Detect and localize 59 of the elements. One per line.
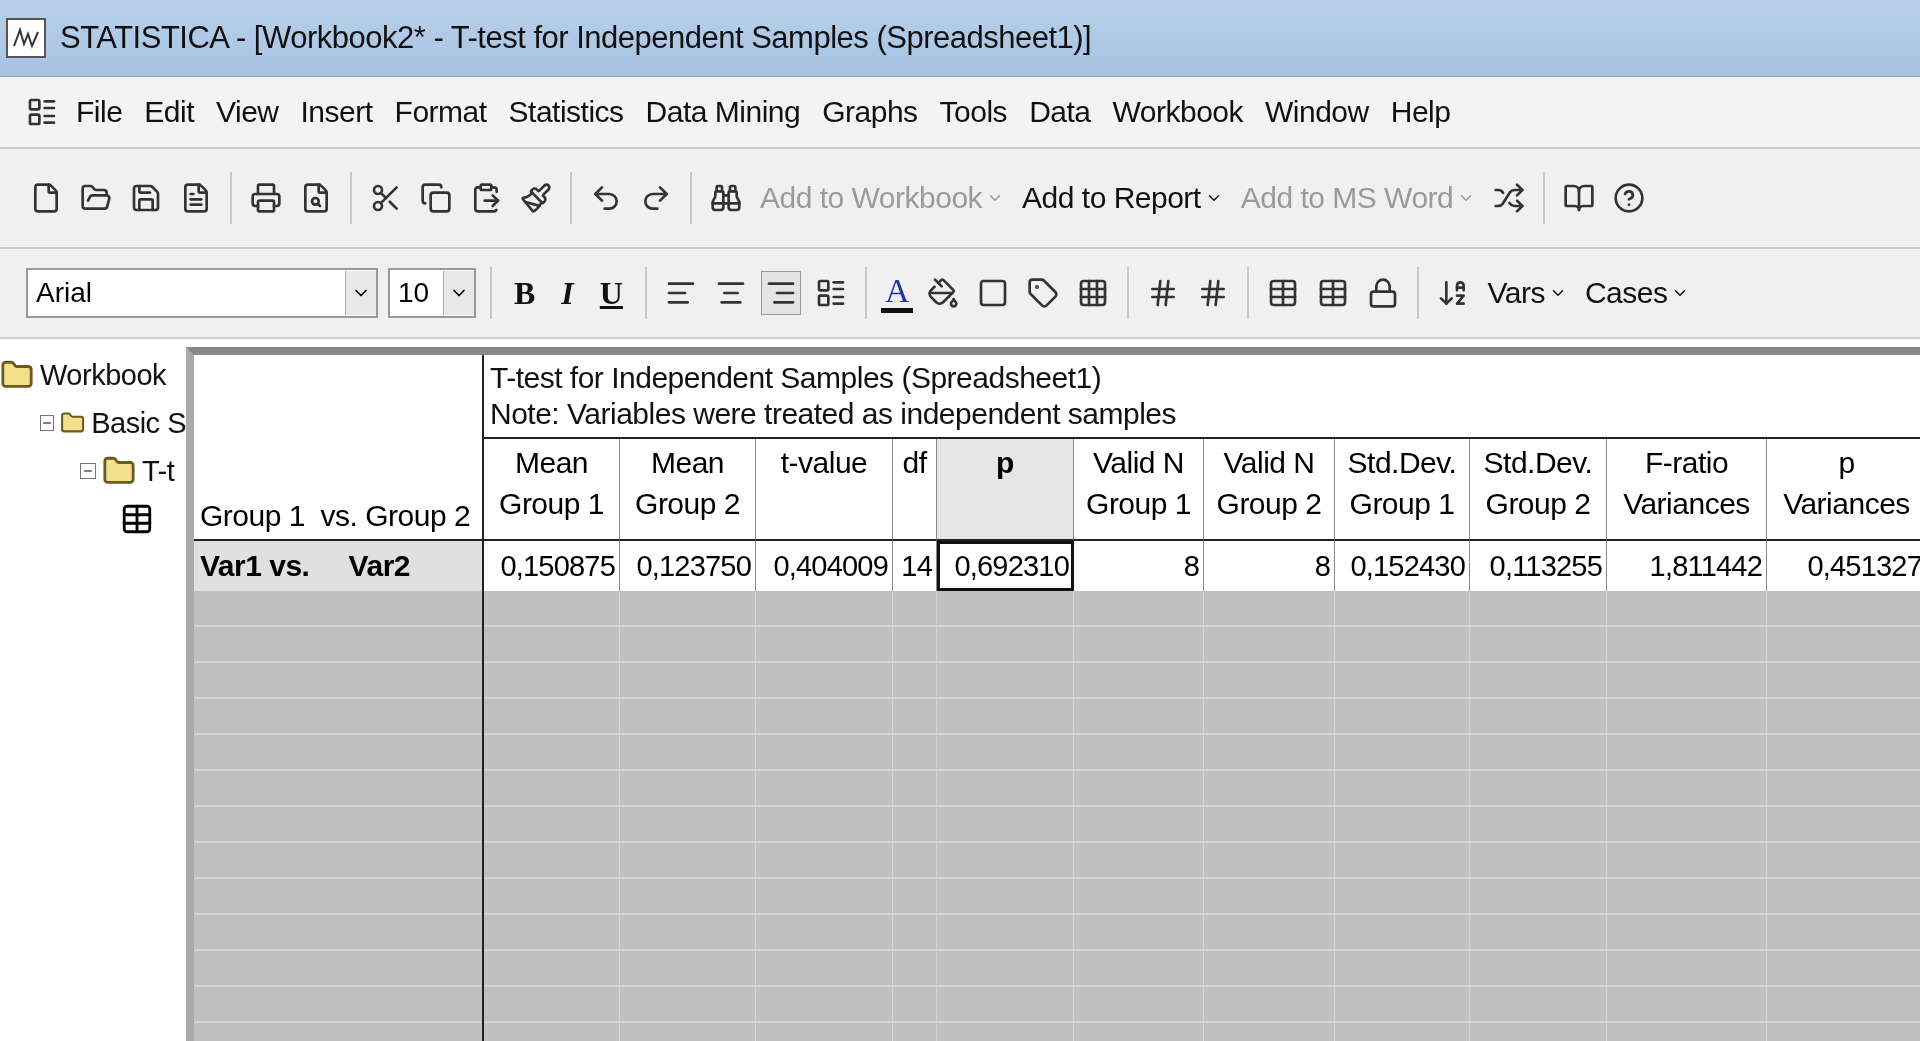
vars-button[interactable]: Vars — [1483, 276, 1571, 310]
column-header[interactable]: t-value — [756, 439, 893, 541]
menu-item[interactable]: Insert — [292, 95, 381, 129]
sheet-title: T-test for Independent Samples (Spreadsheet1) — [490, 361, 1103, 395]
table-cell[interactable]: 0,150875 — [484, 541, 620, 591]
bold-button[interactable]: B — [506, 274, 544, 312]
size-field[interactable]: 10 — [388, 268, 476, 318]
menu-item[interactable]: Statistics — [500, 95, 632, 129]
table-cell[interactable]: 0,152430 — [1335, 541, 1470, 591]
table-cell[interactable]: 0,123750 — [620, 541, 756, 591]
spreadsheet-icon[interactable] — [120, 502, 154, 536]
collapse-icon[interactable] — [40, 415, 54, 431]
output-button[interactable]: Add to Report — [1018, 181, 1227, 215]
font-value: Arial — [36, 277, 92, 309]
font-color-button[interactable]: A — [880, 273, 914, 313]
table-cell[interactable]: 0,451327 — [1767, 541, 1920, 591]
menu-item[interactable]: Help — [1382, 95, 1459, 129]
tree-item[interactable]: Workbook — [40, 358, 167, 392]
column-header[interactable]: p — [937, 439, 1074, 541]
menu-item[interactable]: File — [68, 95, 131, 129]
menu-item[interactable]: View — [208, 95, 287, 129]
align-icon[interactable] — [760, 271, 801, 315]
table-cell[interactable]: 0,404009 — [756, 541, 893, 591]
app-icon — [6, 18, 46, 58]
table-cell[interactable]: 0,692310 — [937, 541, 1074, 591]
tree-item[interactable]: T-t — [142, 454, 175, 488]
cases-button[interactable]: Cases — [1580, 276, 1694, 310]
column-header[interactable]: p Variances — [1767, 439, 1920, 541]
collapse-icon[interactable] — [80, 463, 96, 479]
table-cell[interactable]: 8 — [1204, 541, 1335, 591]
tree-item[interactable]: Basic S — [91, 406, 186, 440]
column-header[interactable]: df — [893, 439, 937, 541]
menu-item[interactable]: Data Mining — [637, 95, 809, 129]
menu-item[interactable]: Edit — [136, 95, 203, 129]
table-cell[interactable]: 8 — [1074, 541, 1204, 591]
column-header[interactable]: Std.Dev. Group 1 — [1335, 439, 1470, 541]
table-cell[interactable]: 1,811442 — [1607, 541, 1767, 591]
column-header[interactable]: Valid N Group 1 — [1074, 439, 1204, 541]
size-value: 10 — [398, 277, 430, 309]
font-field[interactable]: Arial — [26, 268, 378, 318]
window-title: STATISTICA - [Workbook2* - T-test for Independent Samples (Spreadsheet1)] — [60, 20, 1092, 56]
menu-item[interactable]: Window — [1257, 95, 1377, 129]
column-header[interactable]: Mean Group 1 — [484, 439, 620, 541]
sheet-note: Note: Variables were treated as independent samples — [490, 397, 1178, 431]
menu-item[interactable]: Data — [1021, 95, 1099, 129]
table-cell[interactable]: 0,113255 — [1470, 541, 1607, 591]
menu-item[interactable]: Format — [386, 95, 495, 129]
column-header[interactable]: Mean Group 2 — [620, 439, 756, 541]
menu-item[interactable]: Graphs — [814, 95, 926, 129]
column-header[interactable]: Valid N Group 2 — [1204, 439, 1335, 541]
table-cell[interactable]: 14 — [893, 541, 937, 591]
italic-button[interactable]: I — [553, 274, 582, 312]
column-header[interactable]: F-ratio Variances — [1607, 439, 1767, 541]
row-header-title: Group 1 vs. Group 2 — [194, 355, 484, 541]
menu-item[interactable]: Tools — [931, 95, 1016, 129]
column-header[interactable]: Std.Dev. Group 2 — [1470, 439, 1607, 541]
underline-button[interactable]: U — [591, 274, 631, 312]
row-header[interactable]: Var1 vs. Var2 — [194, 541, 484, 591]
menu-item[interactable]: Workbook — [1104, 95, 1251, 129]
